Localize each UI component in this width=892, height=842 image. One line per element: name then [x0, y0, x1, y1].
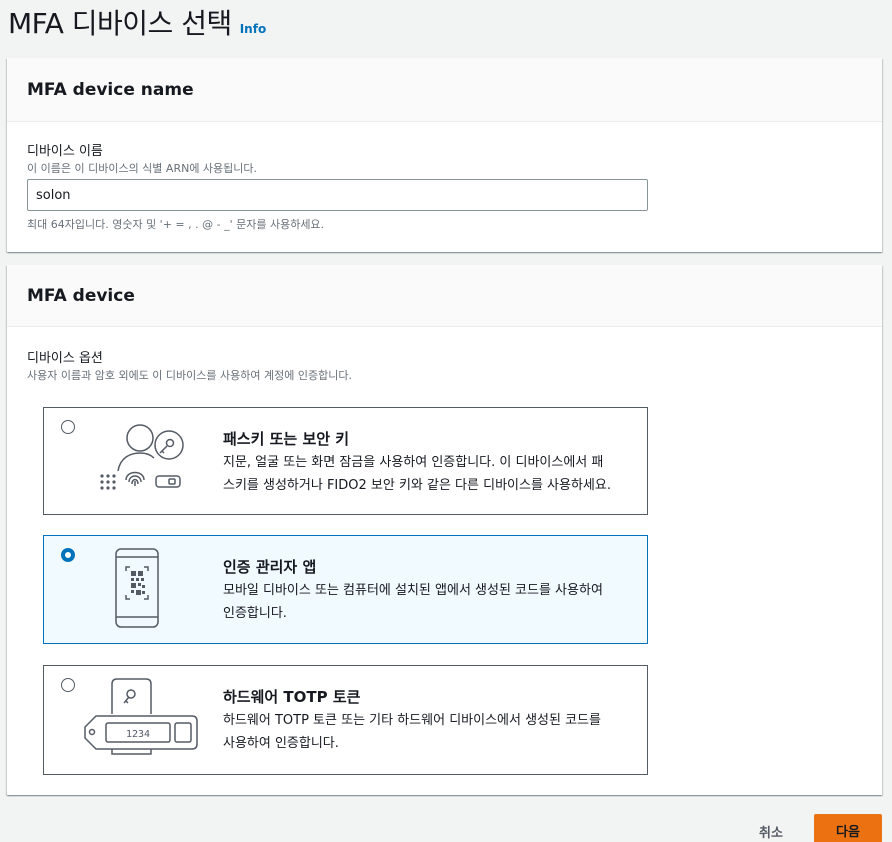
passkey-radio[interactable] — [61, 420, 75, 434]
hardware-totp-description-line-1: 하드웨어 TOTP 토큰 또는 기타 하드웨어 디바이스에서 생성된 코드를 — [223, 713, 601, 728]
passkey-description-line-1: 지문, 얼굴 또는 화면 잠금을 사용하여 인증합니다. 이 디바이스에서 패 — [223, 455, 604, 470]
passkey-title: 패스키 또는 보안 키 — [223, 430, 350, 448]
authenticator-app-description: 모바일 디바이스 또는 컴퓨터에 설치된 앱에서 생성된 코드를 사용하여 인증… — [223, 579, 643, 625]
authenticator-app-description-line-2: 인증합니다. — [223, 606, 287, 621]
cancel-button[interactable]: 취소 — [759, 822, 783, 841]
next-button[interactable]: 다음 — [814, 814, 882, 842]
device-name-panel: MFA device name 디바이스 이름 이 이름은 이 디바이스의 식별… — [7, 58, 882, 252]
mfa-device-panel-header: MFA device — [7, 265, 882, 327]
mfa-device-panel-title: MFA device — [27, 285, 135, 306]
device-name-description: 이 이름은 이 디바이스의 식별 ARN에 사용됩니다. — [27, 162, 258, 175]
device-name-constraint: 최대 64자입니다. 영숫자 및 '+ = , . @ - _' 문자를 사용하… — [27, 218, 325, 231]
authenticator-app-phone-icon — [115, 548, 159, 628]
authenticator-app-title: 인증 관리자 앱 — [223, 558, 317, 576]
passkey-security-key-icon — [100, 424, 184, 490]
passkey-description-line-2: 스키를 생성하거나 FIDO2 보안 키와 같은 다른 디바이스를 사용하세요. — [223, 478, 611, 493]
passkey-description: 지문, 얼굴 또는 화면 잠금을 사용하여 인증합니다. 이 디바이스에서 패 … — [223, 451, 643, 497]
device-name-input[interactable]: solon — [27, 179, 648, 211]
option-hardware-totp[interactable]: 1234 하드웨어 TOTP 토큰 하드웨어 TOTP 토큰 또는 기타 하드웨… — [43, 665, 648, 775]
hardware-totp-radio[interactable] — [61, 678, 75, 692]
info-link[interactable]: Info — [240, 22, 266, 36]
option-authenticator-app[interactable]: 인증 관리자 앱 모바일 디바이스 또는 컴퓨터에 설치된 앱에서 생성된 코드… — [43, 535, 648, 644]
hardware-totp-description-line-2: 사용하여 인증합니다. — [223, 736, 339, 751]
hardware-totp-token-icon: 1234 — [84, 678, 198, 755]
page-header: MFA 디바이스 선택 Info — [8, 2, 266, 42]
device-name-label: 디바이스 이름 — [27, 144, 103, 159]
authenticator-app-description-line-1: 모바일 디바이스 또는 컴퓨터에 설치된 앱에서 생성된 코드를 사용하여 — [223, 583, 603, 598]
hardware-totp-description: 하드웨어 TOTP 토큰 또는 기타 하드웨어 디바이스에서 생성된 코드를 사… — [223, 709, 643, 755]
device-name-panel-header: MFA device name — [7, 58, 882, 122]
device-name-input-value: solon — [36, 187, 71, 203]
authenticator-app-radio[interactable] — [61, 548, 75, 562]
mfa-device-panel: MFA device 디바이스 옵션 사용자 이름과 암호 외에도 이 디바이스… — [7, 265, 882, 795]
device-options-label: 디바이스 옵션 — [27, 351, 103, 366]
hardware-totp-title: 하드웨어 TOTP 토큰 — [223, 688, 361, 706]
device-options-description: 사용자 이름과 암호 외에도 이 디바이스를 사용하여 계정에 인증합니다. — [27, 369, 352, 382]
device-name-panel-title: MFA device name — [27, 79, 194, 100]
hardware-totp-token-display: 1234 — [126, 729, 150, 740]
option-passkey[interactable]: 패스키 또는 보안 키 지문, 얼굴 또는 화면 잠금을 사용하여 인증합니다.… — [43, 407, 648, 515]
page-title: MFA 디바이스 선택 — [8, 7, 232, 40]
